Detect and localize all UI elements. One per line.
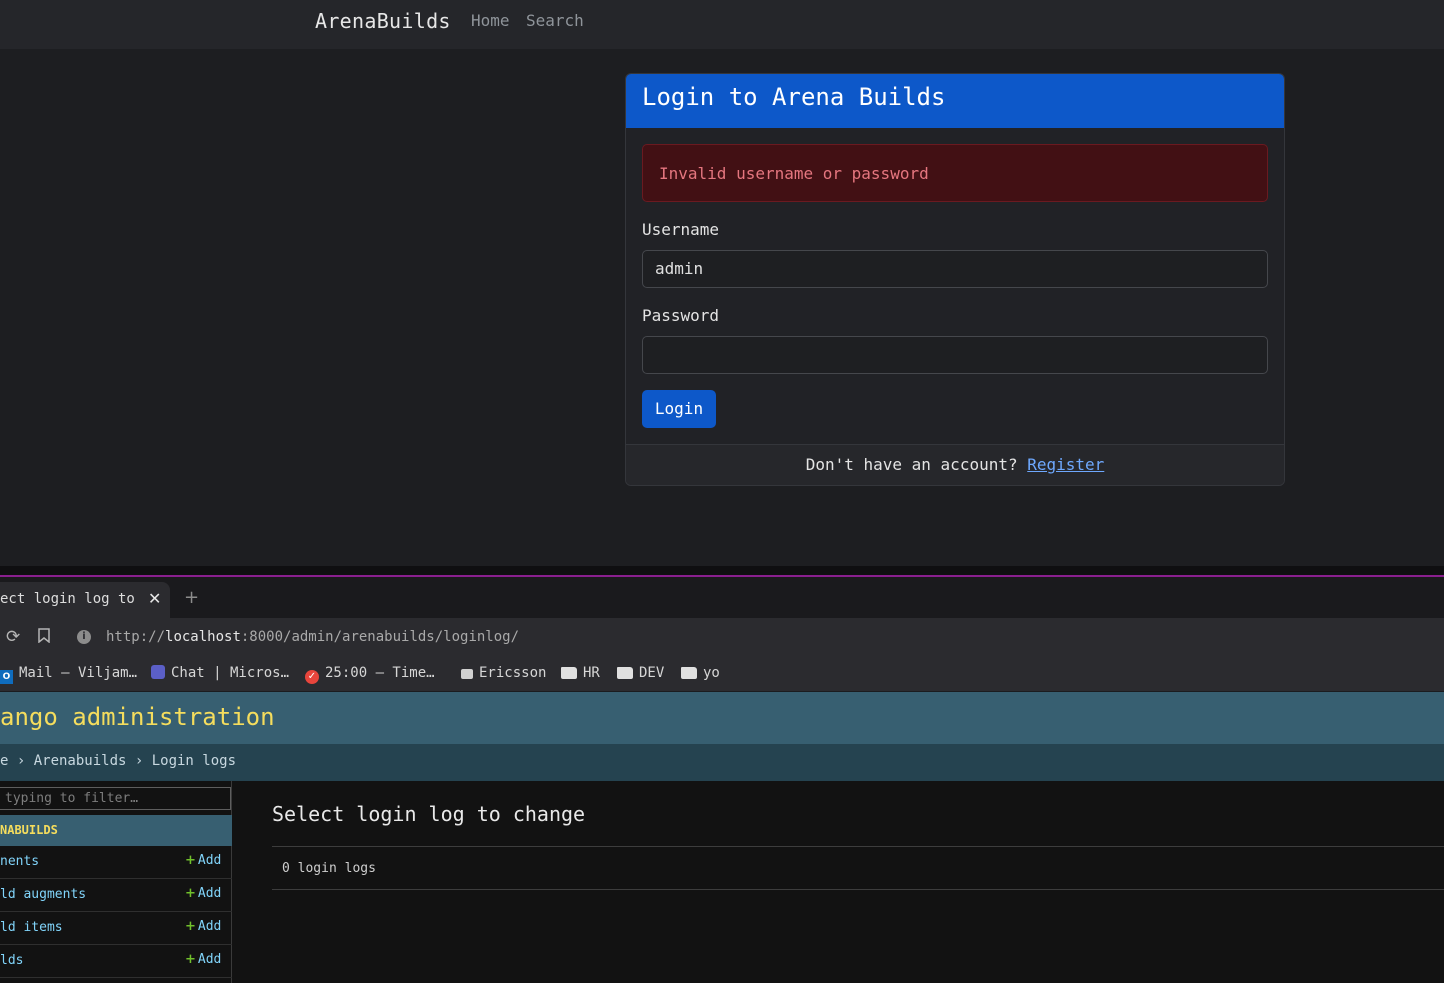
bookmarks-bar: O Mail – Viljam… Chat | Micros… ✓ 25:00 – … [0,657,1444,691]
arenabuilds-app: ArenaBuilds Home Search Login to Arena B… [0,0,1444,566]
plus-icon: + [185,853,196,868]
login-card-footer: Don't have an account? Register [626,444,1284,485]
result-list-bar: 0 login logs [272,846,1444,890]
sidebar-model-row: lds + Add [0,945,232,978]
error-alert: Invalid username or password [642,144,1268,202]
add-link[interactable]: + Add [185,919,221,934]
error-alert-text: Invalid username or password [659,164,929,183]
nav-filter-input[interactable]: typing to filter… [0,787,231,810]
bookmark-yo[interactable]: yo [681,665,720,681]
login-card-header: Login to Arena Builds [626,74,1284,128]
bookmark-hr[interactable]: HR [561,665,600,681]
sidebar-model-row: ld items + Add [0,912,232,945]
breadcrumb-text[interactable]: e › Arenabuilds › Login logs [0,753,236,769]
nav-sidebar: typing to filter… NABUILDS nents + Add ld… [0,781,232,983]
nav-search-link[interactable]: Search [526,11,584,30]
plus-icon: + [185,919,196,934]
new-tab-icon[interactable]: + [184,587,199,608]
model-link[interactable]: ld augments [0,887,86,902]
bookmark-ericsson[interactable]: Ericsson [461,665,546,681]
register-prompt: Don't have an account? [805,455,1018,474]
bookmark-dev[interactable]: DEV [617,665,664,681]
model-link[interactable]: ld items [0,920,63,935]
username-input[interactable]: admin [642,250,1268,288]
plus-icon: + [185,952,196,967]
outlook-icon: O [0,670,13,684]
add-link[interactable]: + Add [185,853,221,868]
site-info-icon[interactable]: i [77,630,91,644]
model-link[interactable]: nents [0,854,39,869]
login-button[interactable]: Login [642,390,716,428]
reload-icon[interactable]: ⟳ [6,627,20,647]
add-link[interactable]: + Add [185,886,221,901]
add-link[interactable]: + Add [185,952,221,967]
folder-icon [617,667,633,679]
django-header: ango administration [0,692,1444,744]
tab-title: ect login log to c [0,591,138,607]
navbar-brand[interactable]: ArenaBuilds [315,9,451,33]
username-label: Username [642,220,720,239]
browser-tab-bar: ect login log to c ✕ + [0,577,1444,618]
folder-icon [561,667,577,679]
plus-icon: + [185,886,196,901]
django-main: typing to filter… NABUILDS nents + Add ld… [0,781,1444,983]
bookmark-icon[interactable] [38,628,50,643]
sidebar-model-row: ld augments + Add [0,879,232,912]
close-icon[interactable]: ✕ [148,589,161,608]
password-input[interactable] [642,336,1268,374]
address-bar: ⟳ i http://localhost:8000/admin/arenabui… [0,618,1444,657]
browser-tab[interactable]: ect login log to c ✕ [0,582,170,618]
breadcrumb: e › Arenabuilds › Login logs [0,744,1444,781]
model-link[interactable]: lds [0,953,23,968]
navbar: ArenaBuilds Home Search [0,0,1444,49]
result-count: 0 login logs [282,861,376,876]
register-link[interactable]: Register [1027,455,1104,474]
timer-icon: ✓ [305,670,319,684]
bookmark-chat[interactable]: Chat | Micros… [151,665,289,681]
login-title: Login to Arena Builds [642,83,946,111]
url-field[interactable]: http://localhost:8000/admin/arenabuilds/… [106,629,519,645]
briefcase-icon [461,669,473,679]
site-title[interactable]: ango administration [0,703,275,731]
password-label: Password [642,306,720,325]
sidebar-model-row: nents + Add [0,846,232,879]
teams-icon [151,665,165,679]
content-title: Select login log to change [272,802,586,826]
bookmark-timer[interactable]: ✓ 25:00 – Time… [305,665,435,684]
app-caption-arenabuilds[interactable]: NABUILDS [0,815,232,846]
bookmark-mail[interactable]: O Mail – Viljam… [0,665,137,684]
login-card: Login to Arena Builds Invalid username o… [625,73,1285,486]
nav-home-link[interactable]: Home [471,11,510,30]
folder-icon [681,667,697,679]
